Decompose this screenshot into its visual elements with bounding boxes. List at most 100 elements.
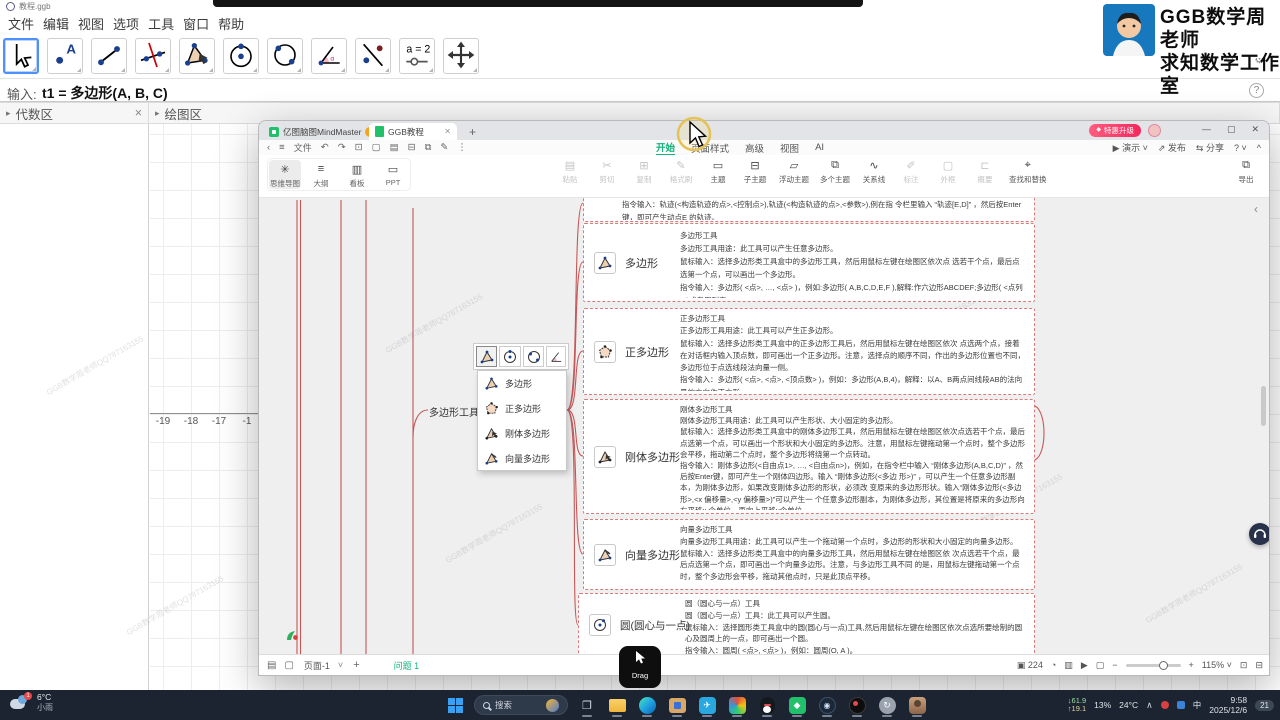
chevron-right-icon[interactable]: ▸ xyxy=(155,108,160,119)
tray-red-icon[interactable] xyxy=(1160,701,1169,709)
status-green-label[interactable]: 问题 1 xyxy=(394,659,420,672)
tool-point-button[interactable]: A xyxy=(47,38,83,74)
view-mode-kanban[interactable]: ▥ 看板 xyxy=(341,160,373,189)
frame-icon[interactable]: ▢ xyxy=(1096,660,1105,671)
user-avatar[interactable] xyxy=(1148,124,1161,137)
kanban-icon[interactable]: ▥ xyxy=(1064,660,1073,671)
callout-button[interactable]: ✐ 标注 xyxy=(898,159,924,185)
temperature[interactable]: 24°C xyxy=(1119,700,1138,710)
multi-topic-button[interactable]: ⧉ 多个主题 xyxy=(820,159,850,185)
toolbox-item-polygon[interactable]: 多边形 xyxy=(478,371,566,396)
topic-box-vector-polygon[interactable]: 向量多边形 向量多边形工具 向量多边形工具用途：此工具可以产生一个拖动第一个点时… xyxy=(583,519,1035,590)
cpu-usage[interactable]: 13% xyxy=(1094,700,1111,710)
taskbar-icon-qq[interactable] xyxy=(756,693,778,717)
close-icon[interactable]: ✕ xyxy=(1251,124,1259,135)
timer-icon[interactable]: ◔ xyxy=(1051,660,1056,670)
topic-box-rigid-polygon[interactable]: 刚体多边形 刚体多边形工具 刚体多边形工具用途：此工具可以产生形状、大小固定的多… xyxy=(583,399,1035,514)
topic-box-regular-polygon[interactable]: 正多边形 正多边形工具 正多边形工具用途：此工具可以产生正多边形。 鼠标输入：选… xyxy=(583,308,1035,395)
taskbar-icon-task-view[interactable]: ❐ xyxy=(576,693,598,717)
view-mode-outline[interactable]: ≡ 大纲 xyxy=(305,160,337,189)
collapse-panel-icon[interactable]: ‹ xyxy=(1254,202,1258,216)
slide-view-icon[interactable]: ▢ xyxy=(284,660,293,671)
topic-node[interactable]: 多边形 xyxy=(594,251,660,274)
tool-circle-center-point-button[interactable] xyxy=(223,38,259,74)
tab-advanced[interactable]: 高级 xyxy=(745,141,764,155)
paste-button[interactable]: ▤ 粘贴 xyxy=(557,159,583,185)
topic-box-polygon[interactable]: 多边形 多边形工具 多边形工具用途：此工具可以产生任意多边形。 鼠标输入：选择多… xyxy=(583,223,1035,302)
tab-view[interactable]: 视图 xyxy=(780,141,799,155)
minimize-icon[interactable]: — xyxy=(1202,124,1211,135)
zoom-in-icon[interactable]: + xyxy=(1189,660,1194,670)
view-mode-ppt[interactable]: ▭ PPT xyxy=(377,160,409,189)
view-mode-mindmap[interactable]: ✳ 思维导图 xyxy=(269,160,301,189)
zoom-level[interactable]: 115% ˅ xyxy=(1202,660,1232,670)
subtopic-button[interactable]: ⊟ 子主题 xyxy=(742,159,768,185)
page-tab[interactable]: 页面-1 xyxy=(304,659,330,672)
taskbar-icon-mindmaster[interactable]: ◆ xyxy=(786,693,808,717)
tool-polygon-button[interactable] xyxy=(179,38,215,74)
present-button[interactable]: ▶ 演示 ˅ xyxy=(1113,141,1148,154)
taskbar-icon-steam[interactable]: ◉ xyxy=(816,693,838,717)
print-icon[interactable]: ⊟ xyxy=(408,142,416,153)
tool-line-button[interactable] xyxy=(91,38,127,74)
close-tab-icon[interactable]: ✕ xyxy=(444,127,451,136)
algebra-panel[interactable] xyxy=(0,124,149,690)
weather-widget[interactable]: 1 6°C 小雨 xyxy=(10,691,53,712)
toolbox-item-rigid-polygon[interactable]: 刚体多边形 xyxy=(478,421,566,446)
tab-ggb-doc[interactable]: GGB教程 ✕ xyxy=(369,123,457,140)
taskbar-icon-photos[interactable] xyxy=(906,693,928,717)
taskbar-icon-store[interactable] xyxy=(666,693,688,717)
collapse-ribbon-icon[interactable]: ^ xyxy=(1257,143,1261,153)
taskbar-icon-blue-app[interactable]: ✈ xyxy=(696,693,718,717)
menu-edit[interactable]: 编辑 xyxy=(43,14,69,33)
topic-button[interactable]: ▭ 主题 xyxy=(705,159,731,185)
maximize-icon[interactable]: ▢ xyxy=(1227,124,1236,135)
export-quick-icon[interactable]: ⧉ xyxy=(425,142,432,153)
export-button[interactable]: ⧉ 导出 xyxy=(1233,159,1259,185)
mm-canvas[interactable]: GGB数学周老师QQ787163155 GGB数学周老师QQ787163155 … xyxy=(259,198,1269,656)
vertical-scrollbar[interactable] xyxy=(1261,386,1266,426)
tool-move-canvas-button[interactable] xyxy=(443,38,479,74)
relationship-button[interactable]: ∿ 关系线 xyxy=(861,159,887,185)
topic-node[interactable]: 刚体多边形 xyxy=(594,445,682,468)
page-dropdown-icon[interactable]: ˅ xyxy=(338,660,343,670)
tray-expand-icon[interactable]: ∧ xyxy=(1146,700,1153,711)
tool-slider-button[interactable]: a = 2 xyxy=(399,38,435,74)
notification-badge[interactable]: 21 xyxy=(1255,699,1274,711)
taskbar-icon-edge[interactable] xyxy=(636,693,658,717)
boundary-button[interactable]: ▢ 外框 xyxy=(935,159,961,185)
net-speed-monitor[interactable]: ↓61.9 ↑19.1 xyxy=(1068,696,1086,714)
assistant-floating-button[interactable] xyxy=(1249,523,1269,545)
search-box[interactable]: 搜索 xyxy=(474,695,568,715)
topic-node[interactable]: 向量多边形 xyxy=(594,543,682,566)
taskbar-icon-obs[interactable] xyxy=(846,693,868,717)
open-icon[interactable]: ▢ xyxy=(372,142,381,153)
tool-reflection-button[interactable] xyxy=(355,38,391,74)
toolbox-item-vector-polygon[interactable]: 向量多边形 xyxy=(478,446,566,471)
more-icon[interactable]: ⋮ xyxy=(457,142,467,153)
chevron-right-icon[interactable]: ▸ xyxy=(6,108,11,119)
copy-button[interactable]: ⊞ 复制 xyxy=(631,159,657,185)
tab-ai[interactable]: AI xyxy=(815,142,824,153)
tool-angle-button[interactable]: α xyxy=(311,38,347,74)
menu-window[interactable]: 窗口 xyxy=(183,14,209,33)
tray-blue-icon[interactable] xyxy=(1176,701,1185,709)
floating-topic-button[interactable]: ▱ 浮动主题 xyxy=(779,159,809,185)
close-panel-icon[interactable]: × xyxy=(135,106,142,120)
save-icon[interactable]: ▤ xyxy=(390,142,399,153)
taskbar-icon-colorful-app[interactable] xyxy=(726,693,748,717)
topic-node[interactable]: 正多边形 xyxy=(594,340,671,363)
menu-help[interactable]: 帮助 xyxy=(218,14,244,33)
menu-view[interactable]: 视图 xyxy=(78,14,104,33)
ime-indicator[interactable]: 中 xyxy=(1193,699,1202,711)
drag-handle-overlay[interactable]: Drag xyxy=(619,646,661,688)
outline-view-icon[interactable]: ▤ xyxy=(267,660,276,671)
share-button[interactable]: ⇆ 分享 xyxy=(1196,141,1224,154)
tool-perpendicular-button[interactable] xyxy=(135,38,171,74)
file-menu[interactable]: 文件 xyxy=(294,141,312,154)
start-button[interactable] xyxy=(444,693,466,717)
hamburger-icon[interactable]: ≡ xyxy=(279,142,285,153)
redo-icon[interactable]: ↷ xyxy=(338,142,346,153)
tool-circle-two-points-button[interactable] xyxy=(267,38,303,74)
menu-file[interactable]: 文件 xyxy=(8,14,34,33)
